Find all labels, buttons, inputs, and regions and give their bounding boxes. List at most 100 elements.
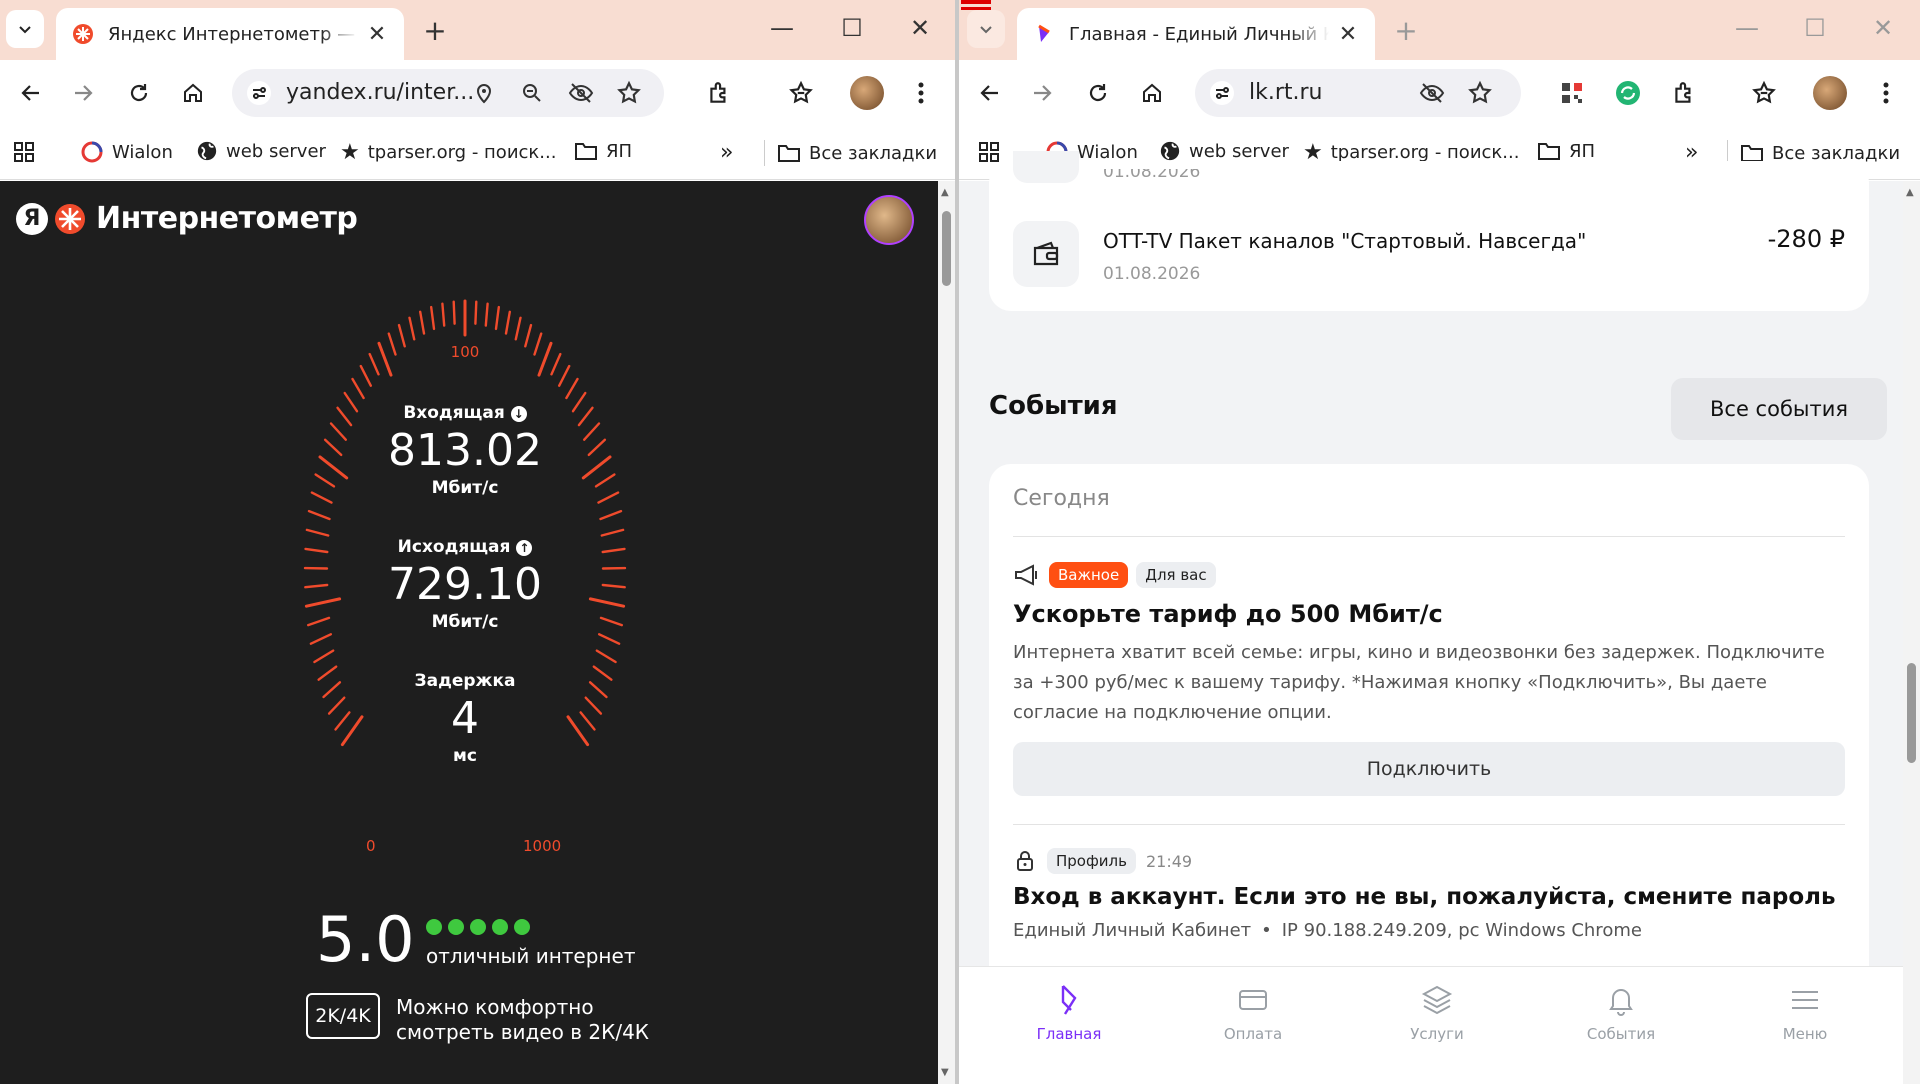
reload-button[interactable] bbox=[124, 78, 154, 108]
nav-services[interactable]: Услуги bbox=[1387, 983, 1487, 1043]
site-settings-icon[interactable] bbox=[1209, 80, 1235, 106]
tab-search-button[interactable] bbox=[6, 10, 44, 48]
minimize-button[interactable]: — bbox=[1727, 14, 1767, 42]
home-button[interactable] bbox=[178, 78, 208, 108]
bookmark-folder-yap[interactable]: ЯП bbox=[574, 140, 632, 162]
scroll-thumb[interactable] bbox=[1907, 663, 1916, 763]
nav-label: Оплата bbox=[1223, 1025, 1283, 1043]
star-icon[interactable] bbox=[616, 80, 642, 106]
download-block: Входящая ↓ 813.02 Мбит/с bbox=[365, 403, 565, 498]
gauge-tick bbox=[334, 711, 351, 731]
maximize-button[interactable]: ☐ bbox=[832, 14, 872, 42]
menu-button[interactable] bbox=[906, 78, 936, 108]
eye-off-icon[interactable] bbox=[1419, 81, 1445, 105]
latency-label: Задержка bbox=[414, 671, 516, 691]
score-dot bbox=[448, 919, 464, 935]
gauge-tick bbox=[524, 323, 533, 348]
zoom-icon[interactable] bbox=[520, 81, 544, 105]
close-window-button[interactable]: ✕ bbox=[900, 14, 940, 42]
extensions-button[interactable] bbox=[1669, 78, 1699, 108]
score-dot bbox=[470, 919, 486, 935]
gauge-label-0: 0 bbox=[366, 837, 376, 855]
yandex-logo-icon: Я bbox=[16, 202, 48, 235]
minimize-button[interactable]: — bbox=[762, 14, 802, 42]
apps-button[interactable] bbox=[977, 140, 1001, 164]
bookmark-tparser[interactable]: ★ tparser.org - поиск... bbox=[340, 140, 556, 165]
qr-extension-button[interactable] bbox=[1557, 78, 1587, 108]
reload-icon bbox=[1089, 84, 1107, 102]
close-tab-icon[interactable]: ✕ bbox=[366, 22, 388, 47]
event2-time: 21:49 bbox=[1145, 851, 1193, 871]
gauge-tick bbox=[304, 547, 329, 554]
gauge-tick bbox=[599, 509, 623, 521]
star-filled-icon: ★ bbox=[340, 140, 360, 165]
nav-menu[interactable]: Меню bbox=[1755, 983, 1855, 1043]
apps-button[interactable] bbox=[12, 140, 36, 164]
bookmark-wialon[interactable]: Wialon bbox=[80, 140, 173, 164]
user-avatar[interactable] bbox=[864, 195, 914, 245]
gauge-tick bbox=[584, 696, 603, 715]
address-bar[interactable]: yandex.ru/inter... bbox=[232, 69, 664, 117]
scroll-thumb[interactable] bbox=[942, 211, 951, 286]
video-quality-badge: 2K/4K bbox=[306, 993, 380, 1039]
new-tab-button[interactable]: + bbox=[420, 14, 450, 47]
nav-events[interactable]: События bbox=[1571, 983, 1671, 1043]
new-tab-button[interactable]: + bbox=[1391, 14, 1421, 47]
connect-button[interactable]: Подключить bbox=[1013, 742, 1845, 796]
event2-title: Вход в аккаунт. Если это не вы, пожалуйс… bbox=[1013, 884, 1836, 910]
extensions-button[interactable] bbox=[704, 78, 734, 108]
gauge-tick bbox=[577, 406, 594, 427]
back-button[interactable] bbox=[16, 78, 46, 108]
scroll-down-arrow[interactable]: ▼ bbox=[941, 1067, 949, 1078]
all-bookmarks-label: Все закладки bbox=[809, 142, 938, 164]
close-window-button[interactable]: ✕ bbox=[1863, 14, 1903, 42]
gauge-tick bbox=[587, 438, 607, 457]
scroll-up-arrow[interactable]: ▲ bbox=[941, 187, 949, 198]
gauge-tick bbox=[397, 323, 406, 348]
all-bookmarks[interactable]: Все закладки bbox=[764, 140, 937, 166]
brand-logo[interactable]: Я Интернетометр bbox=[16, 201, 358, 236]
profile-avatar[interactable] bbox=[850, 76, 884, 110]
score-value: 5.0 bbox=[316, 903, 415, 976]
forward-button[interactable] bbox=[1027, 78, 1057, 108]
site-settings-icon[interactable] bbox=[246, 80, 272, 106]
back-button[interactable] bbox=[975, 78, 1005, 108]
gauge-tick bbox=[514, 316, 522, 341]
more-bookmarks-button[interactable]: » bbox=[720, 140, 733, 165]
tab-yandex-internetometr[interactable]: Яндекс Интернетометр — про ✕ bbox=[56, 8, 404, 60]
eye-off-icon[interactable] bbox=[568, 81, 594, 105]
tab-rt-home[interactable]: Главная - Единый Личный Каб ✕ bbox=[1017, 8, 1375, 60]
home-button[interactable] bbox=[1137, 78, 1167, 108]
page-scrollbar[interactable]: ▲ bbox=[1903, 181, 1920, 1084]
bookmark-folder-yap[interactable]: ЯП bbox=[1537, 140, 1595, 162]
star-icon[interactable] bbox=[1467, 80, 1493, 106]
wallet-icon bbox=[1033, 241, 1059, 266]
reload-button[interactable] bbox=[1083, 78, 1113, 108]
event-promo: Важное Для вас Ускорьте тариф до 500 Мби… bbox=[1013, 562, 1845, 796]
bookmark-web-server[interactable]: web server bbox=[196, 140, 326, 162]
nav-payment[interactable]: Оплата bbox=[1203, 983, 1303, 1043]
profile-avatar[interactable] bbox=[1813, 76, 1847, 110]
page-scrollbar[interactable]: ▲ ▼ bbox=[938, 181, 955, 1084]
scroll-up-arrow[interactable]: ▲ bbox=[1906, 187, 1914, 198]
bookmark-web-server[interactable]: web server bbox=[1159, 140, 1289, 162]
event2-source: Единый Личный Кабинет bbox=[1013, 920, 1252, 941]
location-pin-icon[interactable] bbox=[472, 81, 496, 105]
nav-home[interactable]: Главная bbox=[1019, 983, 1119, 1043]
gauge-tick bbox=[533, 332, 543, 356]
sync-extension-button[interactable] bbox=[1613, 78, 1643, 108]
reading-list-button[interactable] bbox=[786, 78, 816, 108]
maximize-button[interactable]: ☐ bbox=[1795, 14, 1835, 42]
reading-list-button[interactable] bbox=[1749, 78, 1779, 108]
address-bar[interactable]: lk.rt.ru bbox=[1195, 69, 1521, 117]
tab-search-button[interactable] bbox=[967, 10, 1005, 48]
payment-row[interactable]: OTT-TV Пакет каналов "Стартовый. Навсегд… bbox=[989, 211, 1869, 301]
close-tab-icon[interactable]: ✕ bbox=[1337, 22, 1359, 47]
download-unit: Мбит/с bbox=[431, 478, 499, 498]
all-events-button[interactable]: Все события bbox=[1671, 378, 1887, 440]
arrow-right-icon bbox=[75, 85, 93, 101]
gauge-tick bbox=[452, 300, 456, 325]
gauge-tick bbox=[550, 352, 562, 376]
forward-button[interactable] bbox=[68, 78, 98, 108]
menu-button[interactable] bbox=[1871, 78, 1901, 108]
